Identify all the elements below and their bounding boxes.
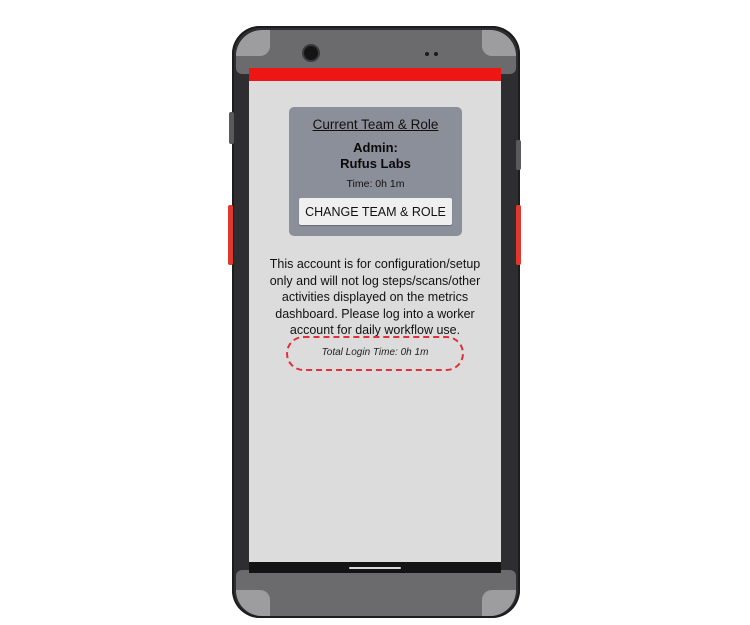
team-name: Rufus Labs bbox=[340, 156, 411, 171]
navigation-bar bbox=[249, 562, 501, 573]
current-team-card: Current Team & Role Admin: Rufus Labs Ti… bbox=[289, 107, 462, 236]
bumper-corner-bottom-left bbox=[236, 590, 270, 616]
notice-line: activities displayed on the metrics bbox=[281, 290, 469, 304]
total-login-time: Total Login Time: 0h 1m bbox=[321, 347, 429, 358]
notice-line: only and will not log steps/scans/other bbox=[269, 273, 481, 288]
change-team-role-button[interactable]: CHANGE TEAM & ROLE bbox=[299, 198, 452, 225]
notice-line: This account is for configuration/setup bbox=[269, 257, 481, 271]
total-login-time-highlight: Total Login Time: 0h 1m bbox=[286, 336, 464, 371]
device-bottom-bumper bbox=[236, 570, 516, 616]
left-scan-key[interactable] bbox=[228, 205, 233, 265]
home-indicator-icon[interactable] bbox=[349, 567, 401, 569]
bumper-corner-bottom-right bbox=[482, 590, 516, 616]
card-title: Current Team & Role bbox=[312, 117, 439, 132]
right-power-key[interactable] bbox=[516, 140, 521, 170]
account-notice: This account is for configuration/setup … bbox=[253, 256, 497, 339]
left-side-key[interactable] bbox=[229, 112, 234, 144]
sensor-dot bbox=[425, 52, 429, 56]
device-screen: Current Team & Role Admin: Rufus Labs Ti… bbox=[249, 68, 501, 573]
front-camera-icon bbox=[304, 46, 318, 60]
status-bar bbox=[249, 68, 501, 81]
sensor-dot bbox=[434, 52, 438, 56]
right-scan-key[interactable] bbox=[516, 205, 521, 265]
page: Current Team & Role Admin: Rufus Labs Ti… bbox=[0, 0, 750, 625]
role-label: Admin: bbox=[353, 140, 398, 155]
notice-line: dashboard. Please log into a worker bbox=[275, 306, 475, 321]
card-time: Time: 0h 1m bbox=[346, 178, 405, 190]
